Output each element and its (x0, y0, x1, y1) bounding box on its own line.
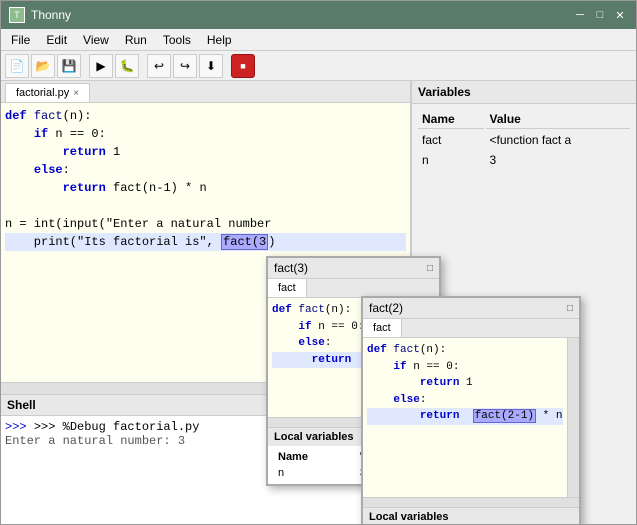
code-line-2: if n == 0: (5, 125, 406, 143)
step-forward-button[interactable]: ↪ (173, 54, 197, 78)
var-row-1: fact <function fact a (418, 131, 630, 149)
app-icon: T (9, 7, 25, 23)
tab-bar: factorial.py × (1, 81, 410, 103)
pf2-inline-highlight: fact(2-1) (473, 409, 536, 423)
popup-fact2-title: fact(2) □ (363, 298, 579, 319)
menu-edit[interactable]: Edit (40, 31, 73, 49)
var-row-2: n 3 (418, 151, 630, 169)
var-name-1: fact (418, 131, 484, 149)
var-name-2: n (418, 151, 484, 169)
pf2-line-3: return 1 (367, 375, 563, 392)
code-line-3: return 1 (5, 143, 406, 161)
code-line-7: n = int(input("Enter a natural number (5, 215, 406, 233)
maximize-button[interactable]: □ (592, 7, 608, 23)
shell-command: >>> %Debug factorial.py (34, 420, 200, 434)
pf2-line-2: if n == 0: (367, 359, 563, 376)
shell-prompt: >>> (5, 420, 34, 434)
pf2-line-4: else: (367, 392, 563, 409)
code-line-6 (5, 197, 406, 215)
var-col-value: Value (486, 110, 631, 129)
popup-fact2-tab[interactable]: fact (363, 319, 402, 337)
popup-fact2-body: def fact(n): if n == 0: return 1 else: r… (363, 338, 579, 497)
pf3-col-name: Name (274, 450, 354, 464)
menu-help[interactable]: Help (201, 31, 238, 49)
step-into-button[interactable]: ⬇ (199, 54, 223, 78)
editor-tab[interactable]: factorial.py × (5, 83, 90, 102)
menu-bar: File Edit View Run Tools Help (1, 29, 636, 51)
popup-fact3-title-text: fact(3) (274, 261, 308, 275)
variables-table: Name Value fact <function fact a n 3 (412, 104, 636, 175)
code-line-5: return fact(n-1) * n (5, 179, 406, 197)
popup-fact2-close-icon[interactable]: □ (567, 303, 573, 314)
debug-button[interactable]: 🐛 (115, 54, 139, 78)
var-col-name: Name (418, 110, 484, 129)
step-back-button[interactable]: ↩ (147, 54, 171, 78)
stop-button[interactable]: ■ (231, 54, 255, 78)
open-file-button[interactable]: 📂 (31, 54, 55, 78)
minimize-button[interactable]: ─ (572, 7, 588, 23)
menu-tools[interactable]: Tools (157, 31, 197, 49)
popup-fact2-tab-bar: fact (363, 319, 579, 338)
main-content: factorial.py × def fact(n): if n == 0: r… (1, 81, 636, 524)
title-bar-left: T Thonny (9, 7, 71, 23)
stop-icon: ■ (240, 61, 245, 71)
popup-fact2-title-text: fact(2) (369, 301, 403, 315)
pf2-line-1: def fact(n): (367, 342, 563, 359)
title-controls: ─ □ ✕ (572, 7, 628, 23)
inline-highlight: fact(3 (221, 234, 268, 250)
title-bar: T Thonny ─ □ ✕ (1, 1, 636, 29)
popup-fact3-close-icon[interactable]: □ (427, 263, 433, 274)
menu-file[interactable]: File (5, 31, 36, 49)
app-title: Thonny (31, 8, 71, 22)
var-value-1: <function fact a (486, 131, 631, 149)
var-value-2: 3 (486, 151, 631, 169)
pf3-var-name-1: n (274, 466, 354, 480)
popup-fact2: fact(2) □ fact def fact(n): if n == 0: r… (361, 296, 581, 524)
code-line-4: else: (5, 161, 406, 179)
editor-tab-close[interactable]: × (73, 88, 79, 99)
popup-fact2-scroll-h[interactable] (363, 497, 579, 507)
popup-fact2-code[interactable]: def fact(n): if n == 0: return 1 else: r… (363, 338, 567, 497)
popup-fact3-tab[interactable]: fact (268, 279, 307, 297)
close-button[interactable]: ✕ (612, 7, 628, 23)
menu-run[interactable]: Run (119, 31, 153, 49)
run-button[interactable]: ▶ (89, 54, 113, 78)
save-file-button[interactable]: 💾 (57, 54, 81, 78)
popup-fact2-scroll-v[interactable] (567, 338, 579, 497)
toolbar: 📄 📂 💾 ▶ 🐛 ↩ ↪ ⬇ ■ (1, 51, 636, 81)
editor-tab-label: factorial.py (16, 87, 69, 99)
code-line-1: def fact(n): (5, 107, 406, 125)
menu-view[interactable]: View (77, 31, 115, 49)
popup-fact2-local-vars-header: Local variables (363, 507, 579, 524)
new-file-button[interactable]: 📄 (5, 54, 29, 78)
popup-fact3-title: fact(3) □ (268, 258, 439, 279)
variables-header: Variables (412, 81, 636, 104)
pf2-line-5: return fact(2-1) * n (367, 408, 563, 425)
main-window: T Thonny ─ □ ✕ File Edit View Run Tools … (0, 0, 637, 525)
code-line-8: print("Its factorial is", fact(3) (5, 233, 406, 251)
